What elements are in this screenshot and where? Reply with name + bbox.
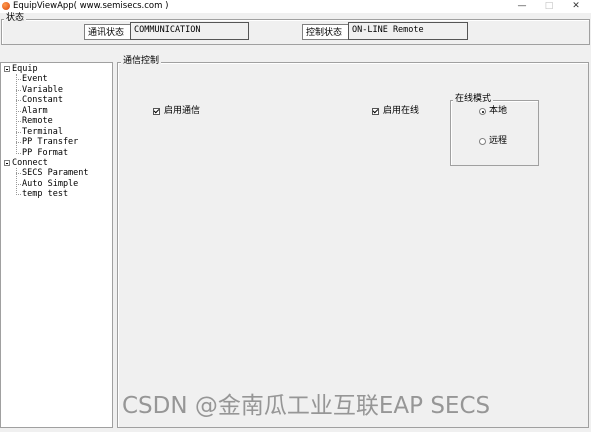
close-button[interactable]: ✕ — [561, 0, 591, 13]
tree-connector — [16, 153, 21, 154]
tree-connector — [16, 173, 21, 174]
tree-node-event[interactable]: Event — [22, 74, 48, 84]
comm-status-label: 通讯状态 — [84, 24, 131, 40]
control-status-value: ON-LINE Remote — [348, 22, 468, 40]
tree-connector — [16, 90, 21, 91]
tree-connector — [16, 79, 21, 80]
tree-connector — [16, 132, 21, 133]
online-mode-legend: 在线模式 — [453, 94, 494, 105]
status-group-legend: 状态 — [4, 13, 27, 24]
tree-node-connect[interactable]: Connect — [12, 158, 48, 168]
window-title: EquipViewApp( www.semisecs.com ) — [13, 1, 169, 11]
tree-node-remote[interactable]: Remote — [22, 116, 53, 126]
collapse-icon[interactable] — [4, 160, 10, 166]
tree-connector — [16, 194, 21, 195]
enable-comm-label[interactable]: 启用通信 — [164, 106, 200, 117]
remote-mode-label[interactable]: 远程 — [489, 136, 507, 147]
maximize-button[interactable]: □ — [534, 0, 564, 13]
enable-online-checkbox[interactable] — [372, 108, 379, 115]
tree-connector — [16, 100, 21, 101]
enable-comm-checkbox[interactable] — [153, 108, 160, 115]
tree-node-alarm[interactable]: Alarm — [22, 106, 48, 116]
watermark: CSDN @金南瓜工业互联EAP SECS — [122, 393, 491, 419]
tree-node-equip[interactable]: Equip — [12, 64, 38, 74]
enable-online-label[interactable]: 启用在线 — [383, 106, 419, 117]
comm-status-value: COMMUNICATION — [130, 22, 249, 40]
nav-tree[interactable]: Equip Event Variable Constant Alarm Remo… — [0, 62, 113, 428]
local-mode-radio[interactable] — [479, 108, 486, 115]
tree-connector — [16, 121, 21, 122]
tree-node-auto-simple[interactable]: Auto Simple — [22, 179, 78, 189]
minimize-button[interactable]: — — [507, 0, 537, 13]
control-status-label: 控制状态 — [302, 24, 349, 40]
comm-control-legend: 通信控制 — [121, 56, 162, 67]
tree-node-variable[interactable]: Variable — [22, 85, 63, 95]
tree-node-constant[interactable]: Constant — [22, 95, 63, 105]
app-icon — [2, 2, 10, 10]
tree-node-terminal[interactable]: Terminal — [22, 127, 63, 137]
main-panel: 通信控制 启用通信 启用在线 在线模式 本地 远程 — [117, 56, 589, 428]
tree-connector — [16, 142, 21, 143]
tree-connector — [16, 111, 21, 112]
tree-node-pp-format[interactable]: PP Format — [22, 148, 68, 158]
tree-node-secs-parament[interactable]: SECS Parament — [22, 168, 89, 178]
remote-mode-radio[interactable] — [479, 138, 486, 145]
tree-connector — [16, 184, 21, 185]
tree-node-pp-transfer[interactable]: PP Transfer — [22, 137, 78, 147]
collapse-icon[interactable] — [4, 66, 10, 72]
tree-node-temp-test[interactable]: temp test — [22, 189, 68, 199]
title-bar: EquipViewApp( www.semisecs.com ) — □ ✕ — [0, 0, 591, 13]
local-mode-label[interactable]: 本地 — [489, 106, 507, 117]
